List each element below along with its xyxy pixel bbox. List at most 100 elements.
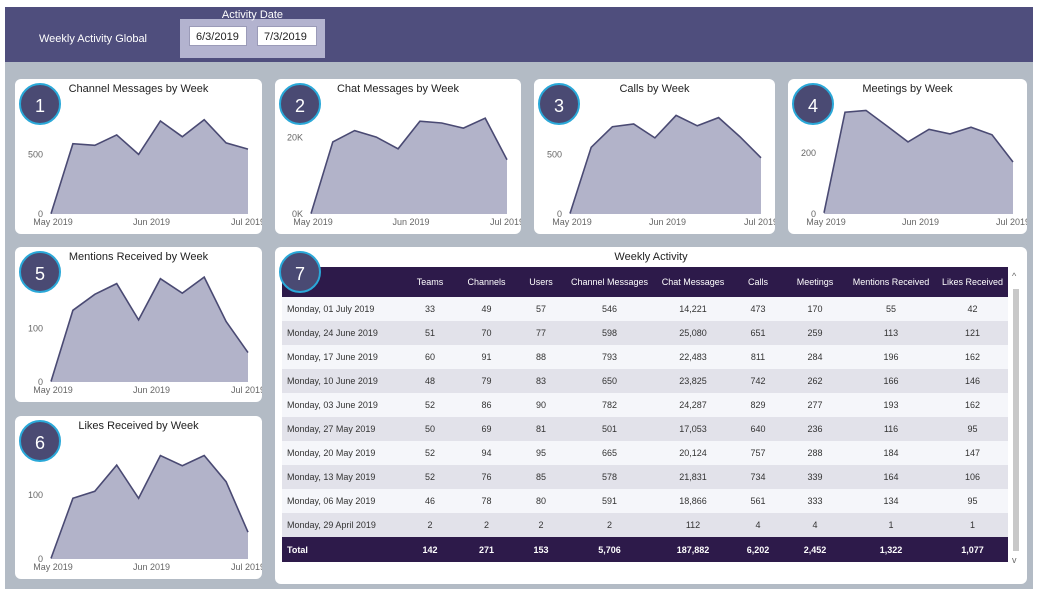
scroll-up-arrow-icon[interactable]: ^ [1012, 271, 1016, 281]
column-header[interactable]: Calls [731, 267, 785, 297]
row-date-cell: Monday, 24 June 2019 [282, 321, 405, 345]
badge-number: 4 [792, 83, 834, 125]
total-cell: 142 [405, 537, 455, 562]
column-header[interactable]: Meetings [785, 267, 845, 297]
table-row[interactable]: Monday, 13 May 2019 52 76 85 578 21,831 734 339… [282, 465, 1008, 489]
channel-messages-chart-card[interactable]: 0 500 May 2019 Jun 2019 Jul 2019 Channel Mes… [15, 79, 262, 234]
calls-chart-card[interactable]: 0 500 May 2019 Jun 2019 Jul 2019 Calls by We… [534, 79, 775, 234]
column-header[interactable]: Teams [405, 267, 455, 297]
x-tick-label: Jul 2019 [231, 217, 262, 227]
table-cell: 2 [405, 513, 455, 537]
table-row[interactable]: Monday, 06 May 2019 46 78 80 591 18,866 561 333… [282, 489, 1008, 513]
table-cell: 79 [455, 369, 518, 393]
table-cell: 262 [785, 369, 845, 393]
table-cell: 95 [937, 417, 1008, 441]
row-date-cell: Monday, 17 June 2019 [282, 345, 405, 369]
mentions-received-chart-card[interactable]: 0 100 May 2019 Jun 2019 Jul 2019 Mentions Re… [15, 247, 262, 402]
table-row[interactable]: Monday, 29 April 2019 2 2 2 2 112 4 4 1 1 [282, 513, 1008, 537]
table-cell: 134 [845, 489, 937, 513]
table-cell: 147 [937, 441, 1008, 465]
table-cell: 166 [845, 369, 937, 393]
table-cell: 80 [518, 489, 564, 513]
scroll-down-arrow-icon[interactable]: v [1012, 555, 1017, 565]
table-cell: 57 [518, 297, 564, 321]
table-cell: 236 [785, 417, 845, 441]
x-tick-label: May 2019 [33, 217, 73, 227]
chat-messages-chart-card[interactable]: 0K 20K May 2019 Jun 2019 Jul 2019 Chat Messa… [275, 79, 521, 234]
end-date-input[interactable]: 7/3/2019 [257, 26, 317, 46]
table-cell: 77 [518, 321, 564, 345]
table-cell: 1 [845, 513, 937, 537]
total-cell: 187,882 [655, 537, 731, 562]
x-tick-label: May 2019 [806, 217, 846, 227]
activity-date-slicer[interactable]: Activity Date 6/3/2019 7/3/2019 [180, 9, 325, 58]
x-tick-label: Jul 2019 [996, 217, 1027, 227]
table-scrollbar[interactable]: ^ v [1012, 271, 1020, 571]
table-cell: 24,287 [655, 393, 731, 417]
table-cell: 17,053 [655, 417, 731, 441]
x-tick-label: Jul 2019 [744, 217, 775, 227]
table-cell: 52 [405, 441, 455, 465]
column-header[interactable]: Users [518, 267, 564, 297]
total-cell: 153 [518, 537, 564, 562]
table-cell: 665 [564, 441, 655, 465]
scroll-thumb[interactable] [1013, 289, 1019, 551]
badge-number: 5 [19, 251, 61, 293]
table-cell: 21,831 [655, 465, 731, 489]
row-date-cell: Monday, 29 April 2019 [282, 513, 405, 537]
table-cell: 23,825 [655, 369, 731, 393]
table-cell: 2 [564, 513, 655, 537]
table-cell: 46 [405, 489, 455, 513]
column-header[interactable]: Channel Messages [564, 267, 655, 297]
table-row[interactable]: Monday, 27 May 2019 50 69 81 501 17,053 640 236… [282, 417, 1008, 441]
table-cell: 146 [937, 369, 1008, 393]
table-cell: 78 [455, 489, 518, 513]
meetings-chart-card[interactable]: 0 200 May 2019 Jun 2019 Jul 2019 Meetings by… [788, 79, 1027, 234]
start-date-input[interactable]: 6/3/2019 [189, 26, 247, 46]
y-tick-label: 500 [547, 150, 562, 160]
table-cell: 51 [405, 321, 455, 345]
column-header[interactable]: Likes Received [937, 267, 1008, 297]
x-tick-label: Jun 2019 [133, 217, 170, 227]
column-header[interactable]: Mentions Received [845, 267, 937, 297]
x-tick-label: May 2019 [293, 217, 333, 227]
table-row[interactable]: Monday, 03 June 2019 52 86 90 782 24,287 829 27… [282, 393, 1008, 417]
table-cell: 94 [455, 441, 518, 465]
table-cell: 591 [564, 489, 655, 513]
table-cell: 193 [845, 393, 937, 417]
table-cell: 18,866 [655, 489, 731, 513]
y-tick-label: 200 [801, 148, 816, 158]
table-cell: 473 [731, 297, 785, 321]
table-cell: 757 [731, 441, 785, 465]
table-cell: 640 [731, 417, 785, 441]
x-tick-label: Jun 2019 [902, 217, 939, 227]
area-fill [311, 118, 507, 214]
table-cell: 20,124 [655, 441, 731, 465]
table-row[interactable]: Monday, 01 July 2019 33 49 57 546 14,221 473 17… [282, 297, 1008, 321]
column-header[interactable]: Channels [455, 267, 518, 297]
table-cell: 164 [845, 465, 937, 489]
area-fill [824, 110, 1013, 214]
likes-received-chart-card[interactable]: 0 100 May 2019 Jun 2019 Jul 2019 Likes Recei… [15, 416, 262, 579]
table-cell: 259 [785, 321, 845, 345]
table-row[interactable]: Monday, 24 June 2019 51 70 77 598 25,080 651 25… [282, 321, 1008, 345]
table-cell: 734 [731, 465, 785, 489]
table-cell: 70 [455, 321, 518, 345]
badge-number: 1 [19, 83, 61, 125]
report-canvas: Weekly Activity Global Activity Date 6/3… [5, 7, 1033, 589]
table-cell: 333 [785, 489, 845, 513]
table-cell: 90 [518, 393, 564, 417]
table-cell: 561 [731, 489, 785, 513]
x-tick-label: Jun 2019 [133, 385, 170, 395]
table-row[interactable]: Monday, 10 June 2019 48 79 83 650 23,825 742 26… [282, 369, 1008, 393]
table-row[interactable]: Monday, 17 June 2019 60 91 88 793 22,483 811 28… [282, 345, 1008, 369]
total-cell: 2,452 [785, 537, 845, 562]
table-cell: 578 [564, 465, 655, 489]
table-cell: 2 [455, 513, 518, 537]
column-header[interactable]: Chat Messages [655, 267, 731, 297]
table-cell: 49 [455, 297, 518, 321]
table-cell: 113 [845, 321, 937, 345]
table-cell: 60 [405, 345, 455, 369]
table-cell: 69 [455, 417, 518, 441]
table-row[interactable]: Monday, 20 May 2019 52 94 95 665 20,124 757 288… [282, 441, 1008, 465]
